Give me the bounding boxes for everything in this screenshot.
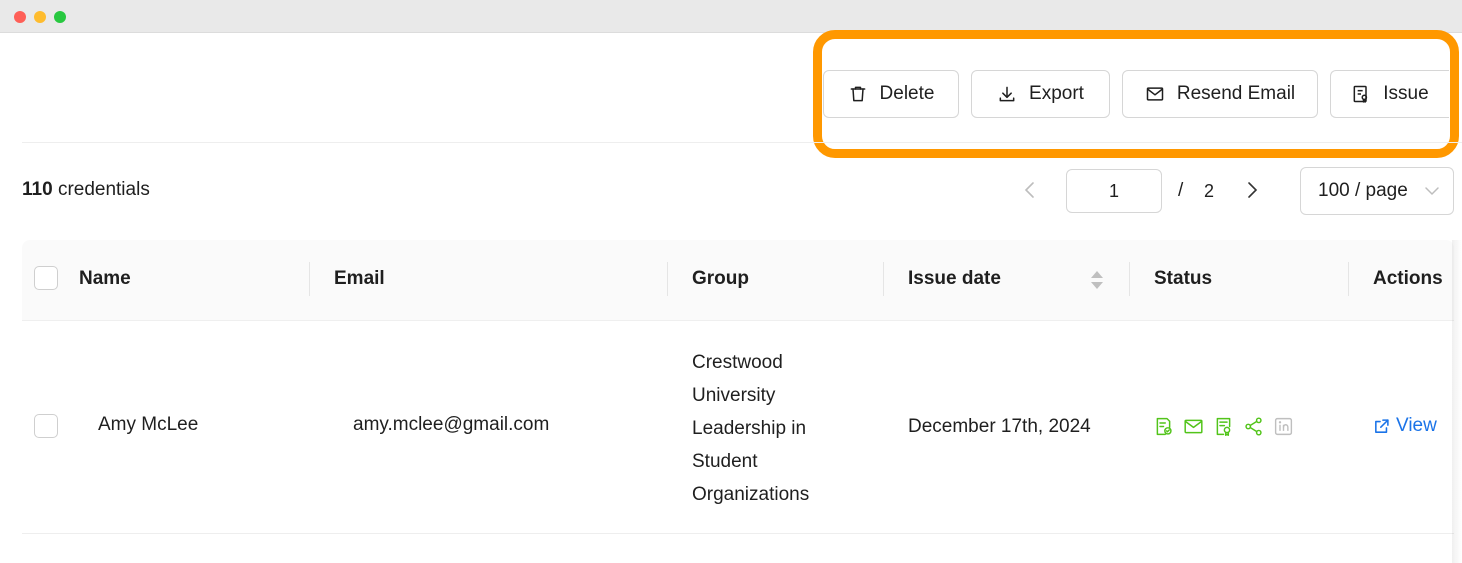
window-minimize-button[interactable] [34, 11, 46, 23]
column-header-actions: Actions [1373, 268, 1443, 289]
row-view-link[interactable]: View [1373, 415, 1437, 437]
window-maximize-button[interactable] [54, 11, 66, 23]
column-separator [1129, 262, 1130, 296]
column-header-group: Group [692, 268, 749, 289]
share-icon[interactable] [1243, 416, 1264, 437]
pagination-total-pages: 2 [1204, 181, 1215, 201]
pagination-separator: / [1178, 180, 1184, 201]
column-header-issue-date[interactable]: Issue date [908, 268, 1001, 290]
row-email: amy.mclee@gmail.com [353, 414, 550, 435]
row-checkbox[interactable] [34, 414, 58, 438]
column-header-status: Status [1154, 268, 1213, 289]
badge-icon[interactable] [1213, 416, 1234, 437]
credential-count-number: 110 [22, 179, 53, 200]
column-separator [309, 262, 310, 296]
linkedin-icon[interactable] [1273, 416, 1294, 437]
chevron-down-icon [1425, 187, 1439, 196]
sort-icon[interactable] [1089, 268, 1105, 292]
credential-count-suffix: credentials [57, 179, 150, 200]
external-link-icon [1375, 418, 1389, 433]
pagination-page-input[interactable] [1066, 169, 1162, 213]
page-size-value: 100 / page [1318, 180, 1408, 201]
row-issue-date: December 17th, 2024 [908, 416, 1091, 437]
row-view-label: View [1396, 415, 1437, 436]
column-separator [667, 262, 668, 296]
column-separator [883, 262, 884, 296]
pagination-prev-button[interactable] [1018, 178, 1042, 202]
select-all-checkbox[interactable] [34, 266, 58, 290]
page-size-select[interactable]: 100 / page [1300, 167, 1454, 215]
certificate-check-icon[interactable] [1153, 416, 1174, 437]
column-header-email: Email [334, 268, 385, 289]
column-separator [1348, 262, 1349, 296]
pagination-next-button[interactable] [1240, 178, 1264, 202]
table-scroll-shadow [1452, 240, 1462, 563]
credential-count: 110 credentials [22, 179, 150, 201]
row-group: Crestwood University Leadership in Stude… [692, 352, 810, 505]
mail-icon[interactable] [1183, 416, 1204, 437]
row-name: Amy McLee [98, 414, 199, 435]
toolbar-divider [22, 142, 1462, 143]
row-status-icons [1153, 416, 1294, 437]
chevron-right-icon [1248, 182, 1258, 198]
window-close-button[interactable] [14, 11, 26, 23]
chevron-left-icon [1024, 182, 1034, 198]
toolbar-highlight-frame [813, 30, 1459, 158]
window-titlebar [0, 0, 1462, 33]
column-header-name: Name [79, 268, 131, 289]
